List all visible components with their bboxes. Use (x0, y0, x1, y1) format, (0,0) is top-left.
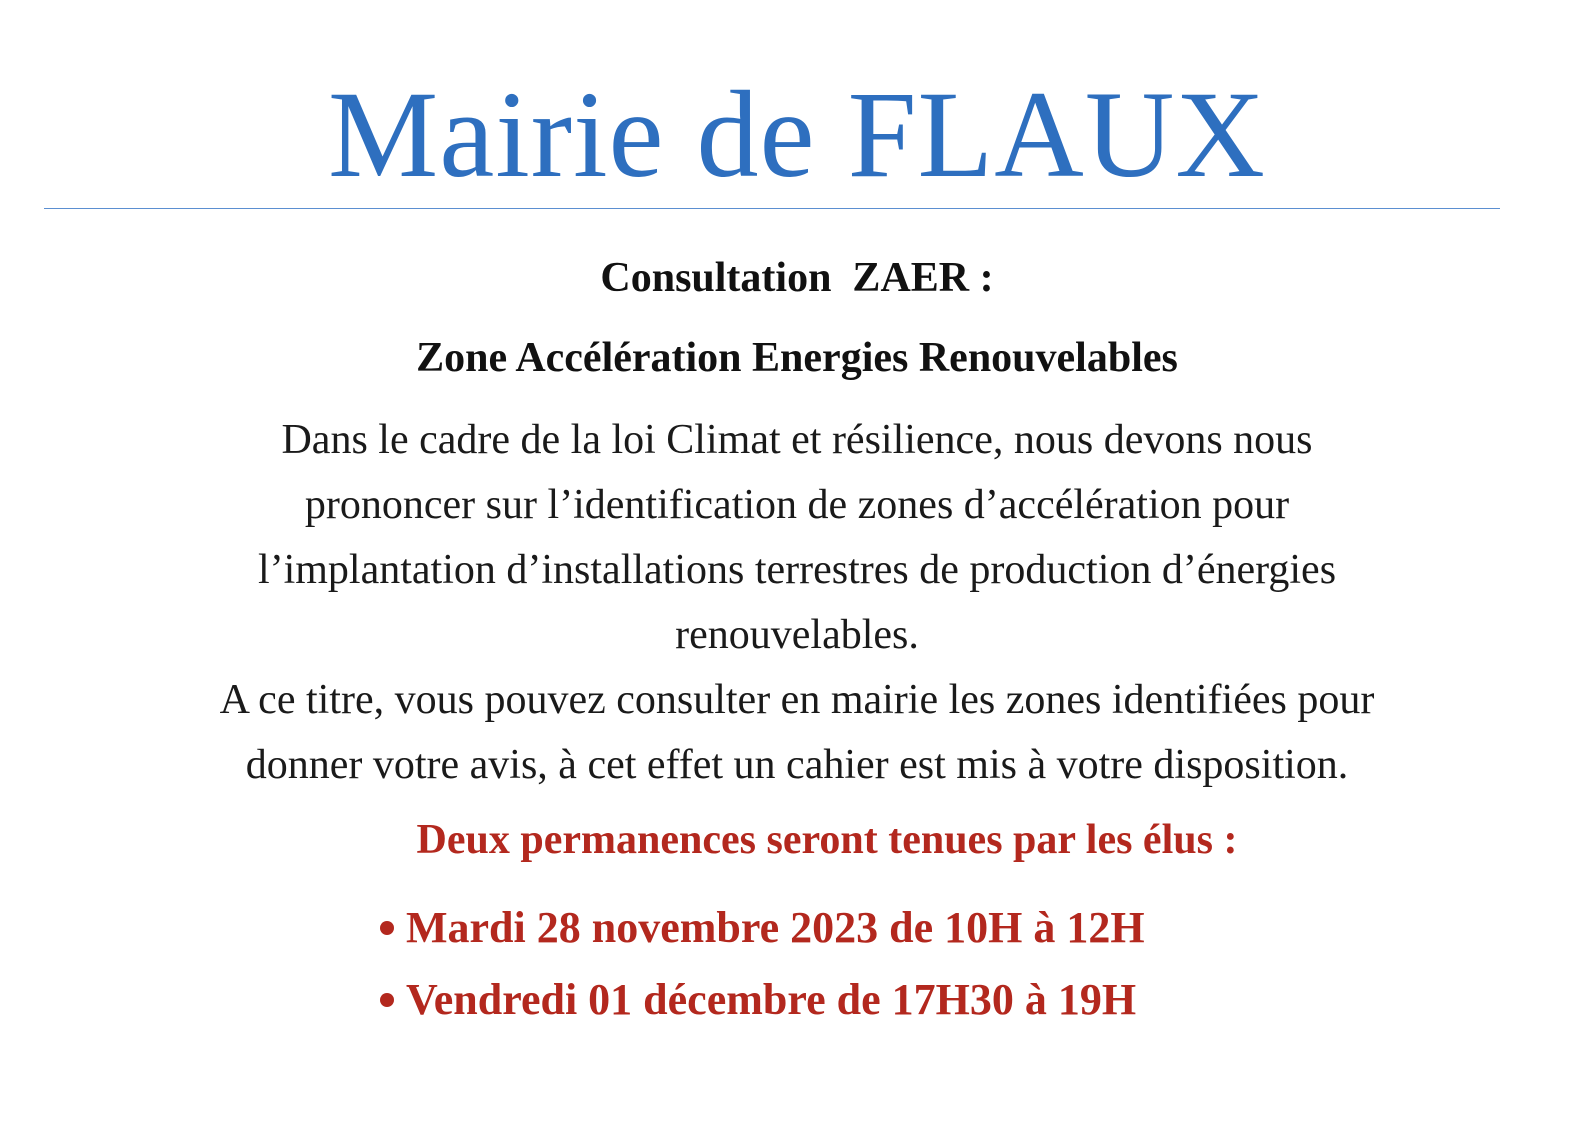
permanence-date: Mardi 28 novembre 2023 de 10H à 12H (406, 903, 1145, 952)
permanences-list: Mardi 28 novembre 2023 de 10H à 12H Vend… (0, 892, 1594, 1036)
consultation-line: A ce titre, vous pouvez consulter en mai… (219, 677, 1375, 723)
intro-paragraph: Dans le cadre de la loi Climat et résili… (60, 408, 1534, 668)
consultation-paragraph: A ce titre, vous pouvez consulter en mai… (60, 668, 1534, 798)
permanence-date: Vendredi 01 décembre de 17H30 à 19H (406, 975, 1137, 1024)
bullet-icon (380, 920, 394, 935)
list-item: Mardi 28 novembre 2023 de 10H à 12H (0, 892, 1594, 964)
bullet-icon (380, 992, 394, 1007)
zaer-subheading: Zone Accélération Energies Renouvelables (416, 335, 1178, 381)
permanences-heading: Deux permanences seront tenues par les é… (416, 817, 1238, 863)
list-item: Vendredi 01 décembre de 17H30 à 19H (0, 964, 1594, 1036)
notice-page: Mairie de FLAUX Consultation ZAER : Zone… (0, 0, 1594, 1126)
consultation-heading: Consultation ZAER : (600, 255, 994, 301)
page-title: Mairie de FLAUX (328, 66, 1266, 203)
intro-line: renouvelables. (675, 612, 919, 658)
intro-line: l’implantation d’installations terrestre… (257, 547, 1337, 593)
consultation-line: donner votre avis, à cet effet un cahier… (245, 742, 1349, 788)
intro-line: Dans le cadre de la loi Climat et résili… (281, 417, 1313, 463)
title-divider (44, 208, 1500, 209)
intro-line: prononcer sur l’identification de zones … (304, 482, 1290, 528)
